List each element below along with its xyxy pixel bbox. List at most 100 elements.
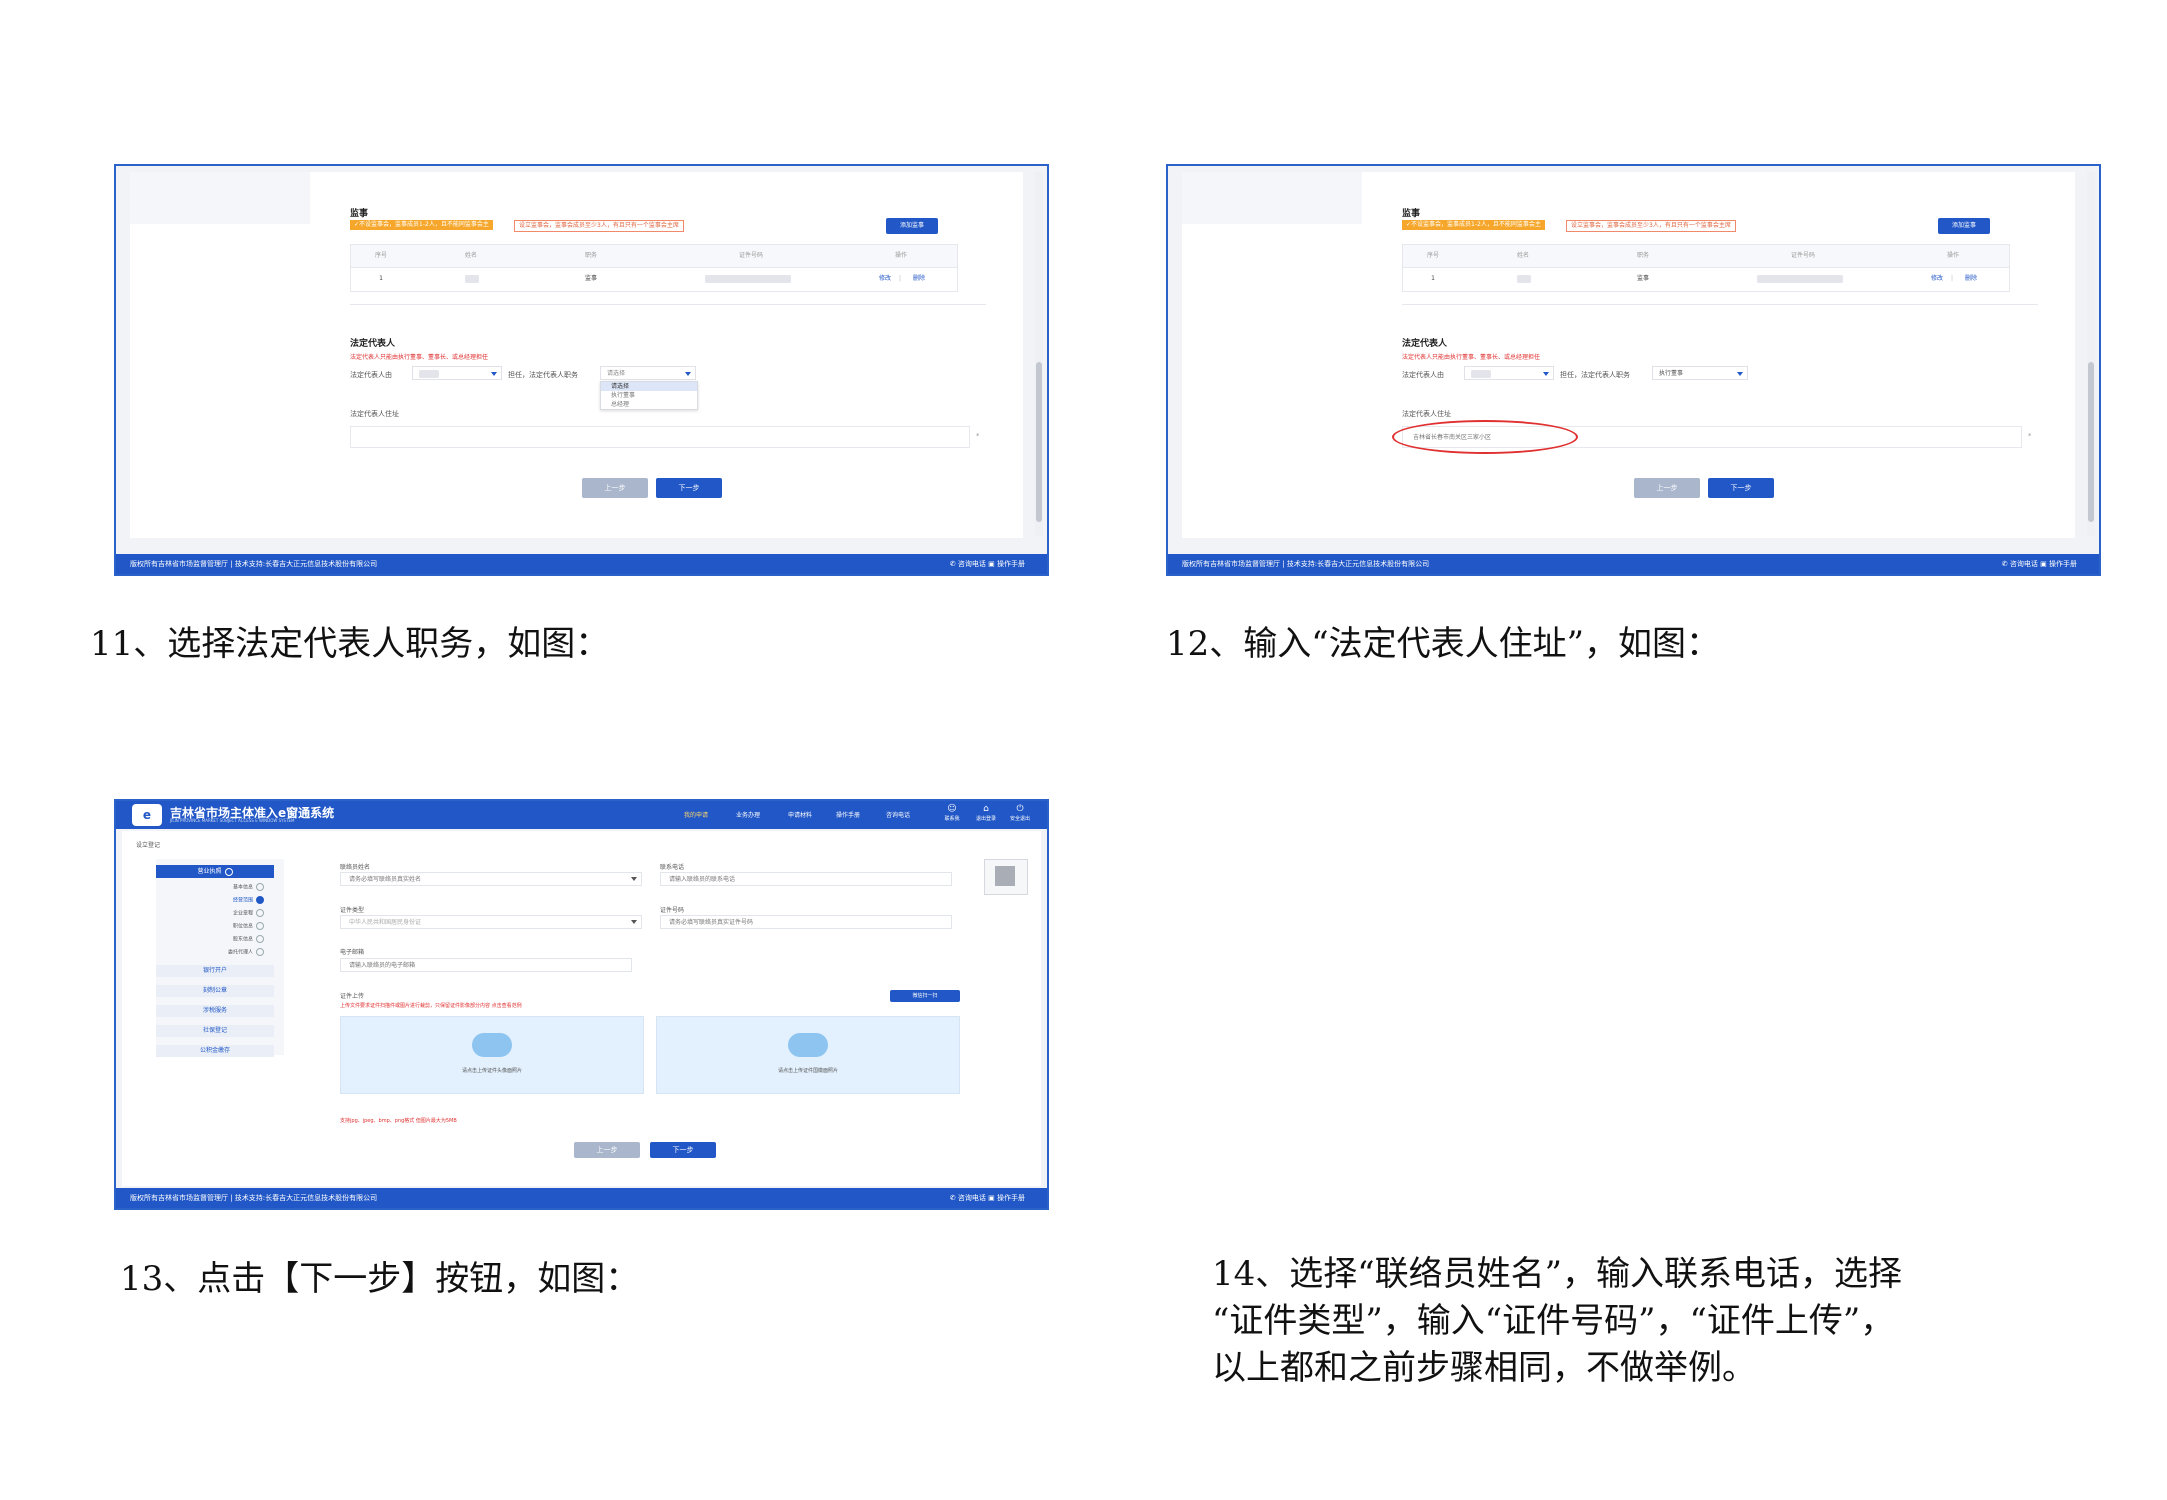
legal-position-select[interactable]: 请选择 [600, 366, 696, 380]
id-number-label: 证件号码 [660, 907, 685, 914]
step-sidebar: 营业执照 基本信息 经营范围 企业章程 职位信息 股东信息 委托代理人 银行开户… [156, 859, 284, 1057]
upload-note[interactable]: 上传文件要求证件扫描件或图片进行裁剪，只保留证件影像部分内容 点击查看范例 [340, 1002, 522, 1009]
sidebar-sub-basic[interactable]: 基本信息 [233, 883, 264, 891]
add-supervisor-button[interactable]: 添加监事 [886, 218, 938, 234]
add-supervisor-button[interactable]: 添加监事 [1938, 218, 1990, 234]
power-icon[interactable]: ⏻ 安全退出 [1008, 804, 1032, 822]
caption-step-12: 12、输入“法定代表人住址”，如图： [1166, 624, 1721, 664]
legal-rep-note: 法定代表人只能由执行董事、董事长、或总经理担任 [350, 354, 489, 361]
sidebar-sub-positions[interactable]: 职位信息 [233, 922, 264, 930]
id-card-icon [472, 1033, 512, 1057]
legal-position-select[interactable]: 执行董事 [1652, 366, 1748, 380]
email-label: 电子邮箱 [340, 949, 365, 956]
footer-copyright: 版权所有吉林省市场监督管理厅 | 技术支持:长春吉大正元信息技术股份有限公司 [130, 1194, 378, 1202]
footer-links[interactable]: ✆ 咨询电话 ▣ 操作手册 [950, 554, 1025, 574]
upload-back-text: 请点击上传证件国徽面照片 [777, 1068, 838, 1074]
footer-links[interactable]: ✆ 咨询电话 ▣ 操作手册 [2002, 554, 2077, 574]
option-please-select[interactable]: 请选择 [601, 382, 697, 391]
address-label: 法定代表人住址 [350, 410, 399, 418]
option-executive-director[interactable]: 执行董事 [601, 391, 697, 400]
table-row: 1 监事 修改 | 删除 [1403, 268, 2009, 290]
sidebar-sub-charter[interactable]: 企业章程 [233, 909, 264, 917]
table-header: 序号 姓名 职务 证件号码 操作 [1403, 245, 2009, 268]
supervisor-board-warning: 设立监事会，监事会成员至少3人，有且只有一个监事会主席 [514, 220, 684, 232]
caption-step-14-line: 以上都和之前步骤相同，不做举例。 [1212, 1348, 1756, 1388]
chevron-down-icon [631, 877, 637, 881]
serve-label: 担任，法定代表人职务 [1560, 371, 1630, 379]
nav-hotline[interactable]: 咨询电话 [886, 810, 910, 819]
prev-button[interactable]: 上一步 [1634, 478, 1700, 498]
contact-icon[interactable]: ☺ 联系我 [940, 804, 964, 822]
link-separator: | [1950, 275, 1954, 282]
prev-button[interactable]: 上一步 [582, 478, 648, 498]
email-input[interactable]: 请输入联络员的电子邮箱 [340, 958, 632, 972]
id-type-select[interactable]: 中华人民共和国居民身份证 [340, 915, 642, 929]
nav-my-applications[interactable]: 我的申请 [684, 810, 708, 819]
table-row: 1 监事 修改 | 删除 [351, 268, 957, 290]
blurred-id [705, 275, 791, 283]
col-name: 姓名 [464, 252, 477, 259]
next-button[interactable]: 下一步 [650, 1142, 716, 1158]
phone-label: 联系电话 [660, 864, 685, 871]
next-button[interactable]: 下一步 [1708, 478, 1774, 498]
address-input[interactable] [350, 426, 970, 448]
prev-button[interactable]: 上一步 [574, 1142, 640, 1158]
sidebar-main-label: 营业执照 [197, 868, 222, 875]
scrollbar-thumb[interactable] [2088, 362, 2094, 522]
sidebar-sub-shareholders[interactable]: 股东信息 [233, 935, 264, 943]
sidebar-item-fund[interactable]: 公积金缴存 [156, 1045, 274, 1057]
chevron-down-icon [1737, 372, 1743, 376]
next-button[interactable]: 下一步 [656, 478, 722, 498]
id-number-input[interactable]: 请务必填写联络员真实证件号码 [660, 915, 952, 929]
chevron-down-icon [631, 920, 637, 924]
wechat-scan-button[interactable]: 微信扫一扫 [890, 990, 960, 1002]
sidebar-item-bank[interactable]: 银行开户 [156, 965, 274, 977]
app-logo-icon: e [132, 804, 162, 826]
contact-name-select[interactable]: 请务必填写联络员真实姓名 [340, 872, 642, 886]
sidebar-item-tax[interactable]: 涉税服务 [156, 1005, 274, 1017]
legal-rep-person-select[interactable] [412, 366, 502, 380]
scrollbar[interactable] [1035, 172, 1043, 536]
step-status-icon [256, 948, 264, 956]
sidebar-sub-scope[interactable]: 经营范围 [233, 896, 264, 904]
blurred-name [1517, 275, 1531, 283]
caption-step-13: 13、点击【下一步】按钮，如图： [120, 1259, 640, 1299]
section-divider [350, 304, 986, 305]
phone-input[interactable]: 请输入联络员的联系电话 [660, 872, 952, 886]
upload-back-area[interactable]: 请点击上传证件国徽面照片 [656, 1016, 960, 1094]
legal-rep-from-label: 法定代表人由 [350, 371, 392, 379]
legal-rep-title: 法定代表人 [1402, 339, 1448, 349]
step-status-icon [256, 909, 264, 917]
logout-label: 退出登录 [975, 816, 996, 822]
blurred-person [1471, 370, 1491, 378]
screenshot-contact-info: e 吉林省市场主体准入e窗通系统 JILIN PROVINCE MARKET S… [114, 799, 1049, 1210]
upload-front-area[interactable]: 请点击上传证件头像面照片 [340, 1016, 644, 1094]
id-type-value: 中华人民共和国居民身份证 [349, 919, 422, 926]
home-icon[interactable]: ⌂ 退出登录 [974, 804, 998, 822]
sidebar-item-social[interactable]: 社保登记 [156, 1025, 274, 1037]
col-action: 操作 [894, 252, 907, 259]
serve-label: 担任，法定代表人职务 [508, 371, 578, 379]
nav-materials[interactable]: 申请材料 [788, 810, 812, 819]
nav-manual[interactable]: 操作手册 [836, 810, 860, 819]
row-index: 1 [1431, 275, 1435, 282]
screenshot-select-legal-position: 监事 ✓不设监事会，监事成员1-2人，且不能同监事会主 设立监事会，监事会成员至… [114, 164, 1049, 576]
blurred-name [465, 275, 479, 283]
footer-links[interactable]: ✆ 咨询电话 ▣ 操作手册 [950, 1188, 1025, 1208]
sidebar-sub-label: 职位信息 [232, 923, 253, 930]
sidebar-sub-agent[interactable]: 委托代理人 [228, 948, 264, 956]
row-role: 监事 [584, 275, 597, 282]
section-divider [1402, 304, 2038, 305]
delete-link[interactable]: 删除 [1957, 268, 1985, 290]
delete-link[interactable]: 删除 [905, 268, 933, 290]
nav-business[interactable]: 业务办理 [736, 810, 760, 819]
email-placeholder: 请输入联络员的电子邮箱 [349, 962, 416, 969]
sidebar-item-business-license[interactable]: 营业执照 [156, 865, 274, 878]
scrollbar-thumb[interactable] [1036, 362, 1042, 522]
scrollbar[interactable] [2087, 172, 2095, 536]
step-status-icon [256, 896, 264, 904]
required-mark: * [2028, 432, 2032, 440]
legal-rep-person-select[interactable] [1464, 366, 1554, 380]
sidebar-item-seal[interactable]: 刻制公章 [156, 985, 274, 997]
option-general-manager[interactable]: 总经理 [601, 400, 697, 409]
